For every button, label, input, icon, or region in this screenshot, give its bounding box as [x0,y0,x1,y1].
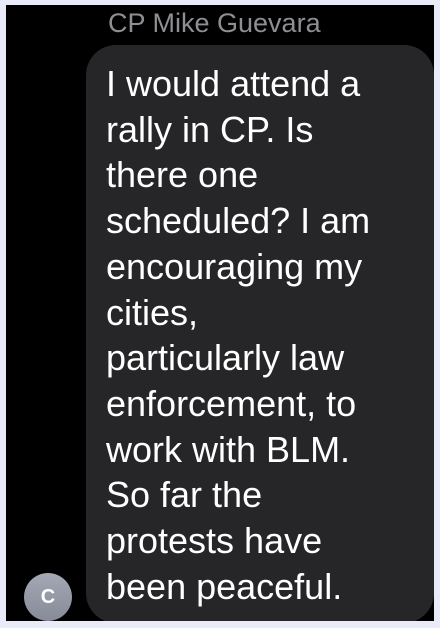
message-thread: CP Mike Guevara I would attend a rally i… [6,5,434,621]
message-bubble[interactable]: I would attend a rally in CP. Is there o… [86,45,434,621]
message-text: I would attend a rally in CP. Is there o… [106,63,371,607]
avatar[interactable]: C [24,573,72,621]
avatar-initial: C [40,585,56,608]
sender-name: CP Mike Guevara [108,8,321,38]
